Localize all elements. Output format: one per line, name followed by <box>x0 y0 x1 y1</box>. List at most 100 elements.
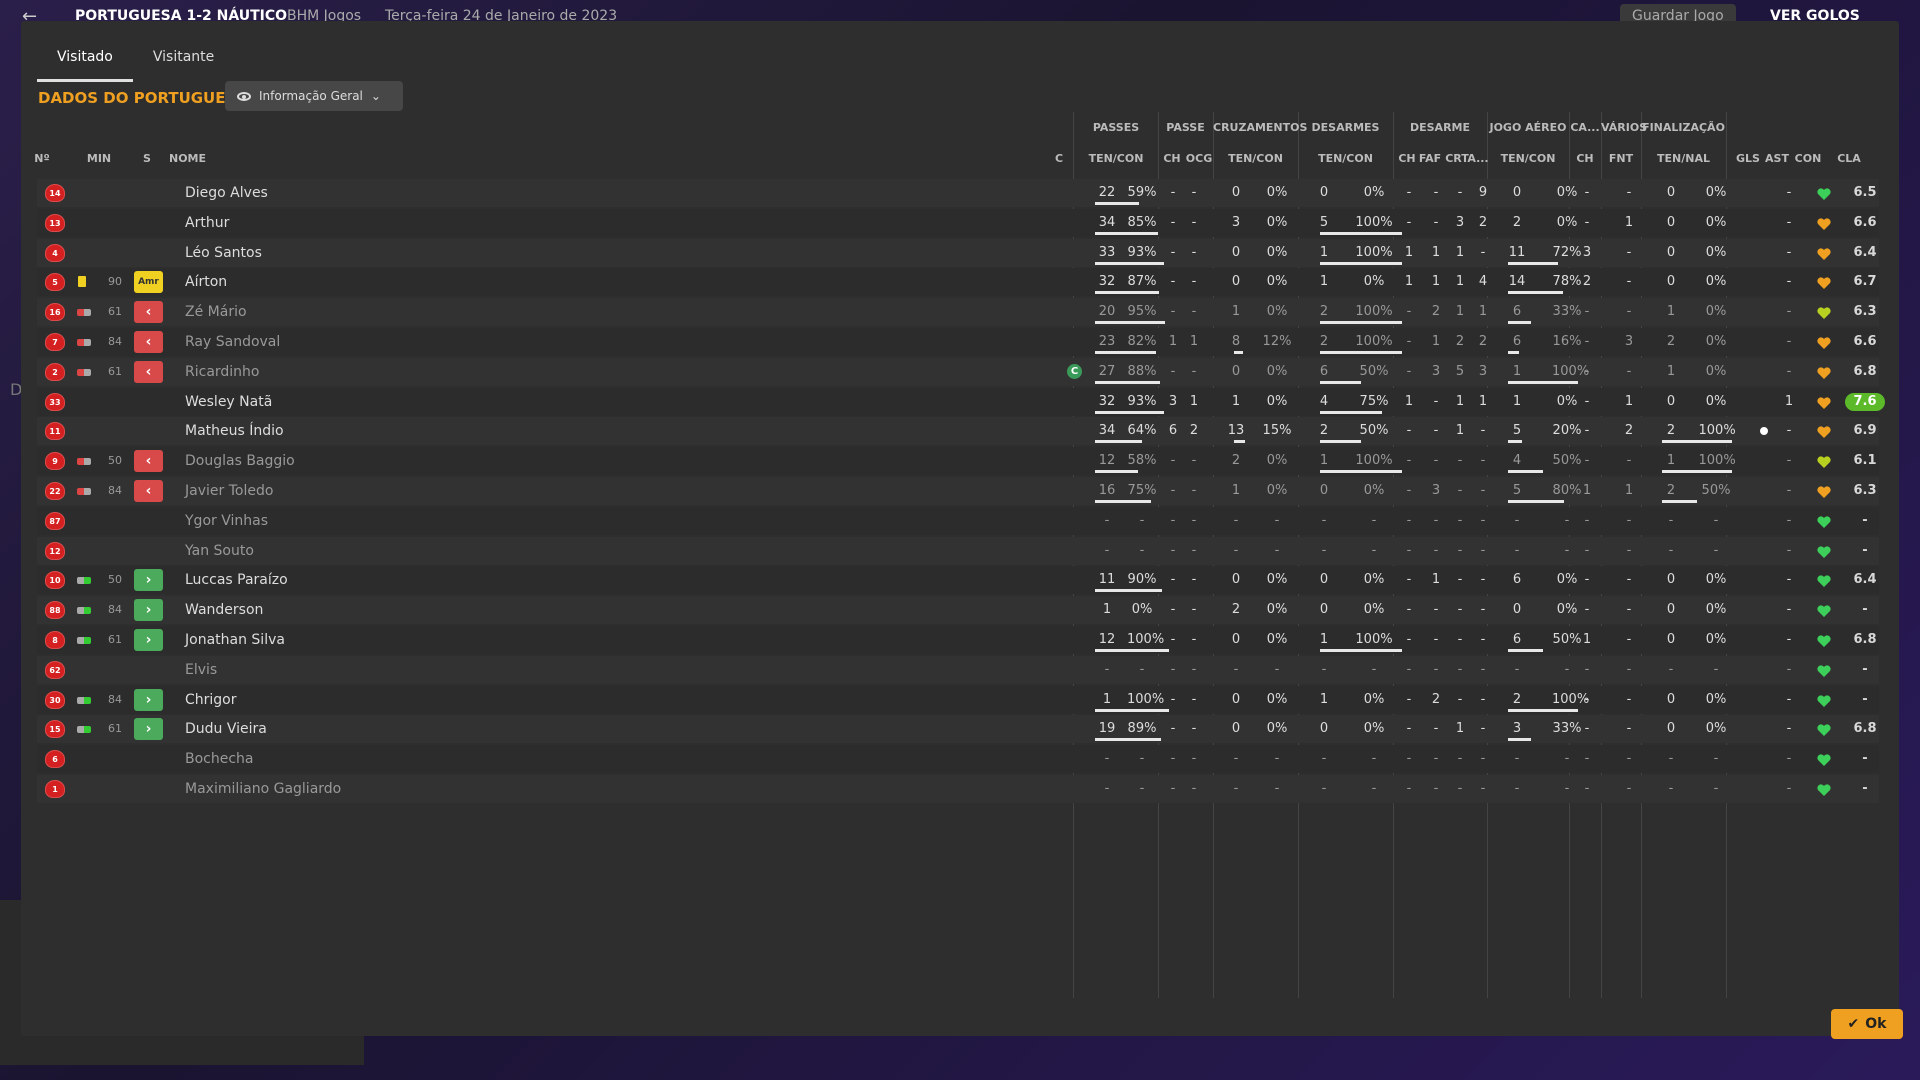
player-name[interactable]: Bochecha <box>185 745 485 773</box>
substitution-icon <box>77 368 91 376</box>
table-row[interactable]: 1 Maximiliano Gagliardo - - - - - - - - - - - - - - - - - -… <box>37 775 1879 803</box>
table-row[interactable]: 87 Ygor Vinhas - - - - - - - - - - - - - - - - - - - - <box>37 506 1879 535</box>
column-header[interactable]: A... <box>1467 152 1489 165</box>
player-name[interactable]: Wesley Natã <box>185 388 485 416</box>
table-row[interactable]: 14 Diego Alves 22 59% - -0 0% 0 0% - - -9 0 0% - -0 0% -6… <box>37 179 1879 207</box>
column-header[interactable]: CH <box>1158 152 1186 165</box>
table-row[interactable]: 8 61 › Jonathan Silva 12 100% - -0 0% 1 100% - - - -6 5… <box>37 626 1879 654</box>
subbed-on-icon: › <box>134 688 163 711</box>
column-header[interactable]: FAF <box>1415 152 1445 165</box>
stat-f1: 0 <box>1666 691 1676 707</box>
player-name[interactable]: Yan Souto <box>185 537 485 565</box>
player-name[interactable]: Elvis <box>185 656 485 684</box>
table-row[interactable]: 5 90 Amr Aírton 32 87% - -0 0% 1 0% 1 1 1 4 14 78% 2-0 0% -… <box>37 268 1879 297</box>
shirt-number-icon: 7 <box>45 333 65 351</box>
stat-f2: 50% <box>1701 483 1731 498</box>
column-header[interactable]: FNT <box>1601 152 1641 165</box>
morale-heart-icon <box>1817 782 1831 796</box>
aerial-bar <box>1508 708 1578 712</box>
substitution-icon <box>77 696 91 704</box>
stat-f2: - <box>1713 512 1719 528</box>
column-header[interactable]: GLS <box>1734 152 1762 165</box>
column-header[interactable]: C <box>1049 152 1069 165</box>
player-name[interactable]: Javier Toledo <box>185 477 485 505</box>
stat-ch: 6 <box>1168 423 1178 439</box>
column-header[interactable]: TEN/CON <box>1487 152 1569 165</box>
stat-a: 2 <box>1478 334 1488 349</box>
stat-cr1: 0 <box>1231 244 1241 260</box>
table-row[interactable]: 2 61 ‹ Ricardinho C 27 88% - -0 0% 6 50% -3 5 3 1 100% - -… <box>37 357 1879 386</box>
stat-ocg: - <box>1191 602 1197 618</box>
player-name[interactable]: Ray Sandoval <box>185 328 485 356</box>
column-header[interactable]: CLA <box>1829 152 1869 165</box>
column-header[interactable]: S <box>137 152 157 165</box>
stat-fnt: - <box>1626 542 1632 558</box>
stat-fnt: - <box>1626 244 1632 260</box>
column-header[interactable]: NOME <box>169 152 249 165</box>
player-name[interactable]: Zé Mário <box>185 298 485 326</box>
player-name[interactable]: Aírton <box>185 268 485 296</box>
table-row[interactable]: 4 Léo Santos 33 93% - -0 0% 1 100% 1 1 1-11 72% 3-0 0%… <box>37 238 1879 267</box>
player-name[interactable]: Dudu Vieira <box>185 715 485 743</box>
stat-ca: - <box>1584 781 1590 796</box>
column-header[interactable]: TEN/NAL <box>1641 152 1726 165</box>
table-row[interactable]: 16 61 ‹ Zé Mário 20 95% - -1 0% 2 100% -2 1 1 6 33% - -1 0… <box>37 298 1879 327</box>
stat-ja1: 6 <box>1512 572 1522 588</box>
stat-ast: 1 <box>1784 393 1794 409</box>
passes-bar <box>1095 291 1160 295</box>
table-row[interactable]: 9 50 ‹ Douglas Baggio 12 58% - -2 0% 1 100% - - - -4 50… <box>37 447 1879 476</box>
player-name[interactable]: Douglas Baggio <box>185 447 485 475</box>
table-row[interactable]: 10 50 › Luccas Paraízo 11 90% - -0 0% 0 0% -1- -6 0% -… <box>37 566 1879 595</box>
player-name[interactable]: Maximiliano Gagliardo <box>185 775 485 803</box>
shirt-number-icon: 14 <box>45 184 65 202</box>
tab-away[interactable]: Visitante <box>133 49 234 82</box>
player-name[interactable]: Diego Alves <box>185 179 485 207</box>
column-header[interactable]: TEN/CON <box>1213 152 1298 165</box>
column-header[interactable]: TEN/CON <box>1073 152 1159 165</box>
minute-value <box>100 209 130 237</box>
player-name[interactable]: Ricardinho <box>185 358 485 386</box>
table-row[interactable]: 22 84 ‹ Javier Toledo 16 75% - -1 0% 0 0% -3- -5 80% 1… <box>37 477 1879 505</box>
column-header[interactable]: OCG <box>1185 152 1213 165</box>
finishing-bar <box>1662 470 1732 474</box>
minute-value <box>100 388 130 416</box>
player-name[interactable]: Chrigor <box>185 686 485 714</box>
stat-cr2: 0% <box>1266 632 1288 647</box>
player-rating: 7.6 <box>1845 392 1885 411</box>
table-row[interactable]: 12 Yan Souto - - - - - - - - - - - - - - - - - - - - <box>37 536 1879 565</box>
player-name[interactable]: Wanderson <box>185 596 485 624</box>
column-header[interactable]: TEN/CON <box>1298 152 1393 165</box>
column-header[interactable]: Nº <box>27 152 57 165</box>
morale-heart-icon <box>1817 693 1831 707</box>
stat-faf: - <box>1433 214 1439 230</box>
tab-home[interactable]: Visitado <box>37 49 133 82</box>
player-name[interactable]: Jonathan Silva <box>185 626 485 654</box>
stat-a: 1 <box>1478 304 1488 320</box>
stat-crt: - <box>1457 185 1463 200</box>
table-row[interactable]: 62 Elvis - - - - - - - - - - - - - - - - - - - - <box>37 655 1879 684</box>
table-row[interactable]: 6 Bochecha - - - - - - - - - - - - - - - - - - - - <box>37 745 1879 774</box>
stat-cr1: 1 <box>1231 483 1241 498</box>
stat-p1: - <box>1104 751 1110 767</box>
column-header[interactable]: CH <box>1569 152 1601 165</box>
ok-button[interactable]: ✔ Ok <box>1831 1009 1903 1039</box>
column-header[interactable]: MIN <box>84 152 114 165</box>
table-row[interactable]: 7 84 ‹ Ray Sandoval 23 82% 1 1 8 12% 2 100% -1 2 2 6 16%… <box>37 328 1879 356</box>
column-header[interactable]: AST <box>1763 152 1791 165</box>
table-row[interactable]: 15 61 › Dudu Vieira 19 89% - -0 0% 0 0% - -1-3 33% - -0… <box>37 715 1879 744</box>
player-name[interactable]: Ygor Vinhas <box>185 507 485 535</box>
table-row[interactable]: 11 Matheus Índio 34 64% 6 2 13 15% 2 50% - -1-5 20% -… <box>37 417 1879 446</box>
table-row[interactable]: 13 Arthur 34 85% - -3 0% 5 100% - -3 2 2 0% -1 0 0% -6.6 <box>37 208 1879 237</box>
player-name[interactable]: Luccas Paraízo <box>185 566 485 594</box>
table-row[interactable]: 30 84 › Chrigor 1 100% - -0 0% 1 0% -2- -2 100% - -0 0% -… <box>37 685 1879 714</box>
view-dropdown[interactable]: Informação Geral ⌄ <box>225 81 403 111</box>
player-name[interactable]: Léo Santos <box>185 239 485 267</box>
stat-d2: 0% <box>1363 691 1385 707</box>
player-name[interactable]: Matheus Índio <box>185 417 485 445</box>
table-row[interactable]: 33 Wesley Natã 32 93% 3 1 1 0% 4 75% 1-1 1 1 0% -1 0 0% 1… <box>37 387 1885 416</box>
player-name[interactable]: Arthur <box>185 209 485 237</box>
player-rating: 6.4 <box>1853 244 1877 260</box>
column-header[interactable]: CON <box>1793 152 1823 165</box>
minute-value <box>100 239 130 267</box>
table-row[interactable]: 88 84 › Wanderson 1 0% - -2 0% 0 0% - - - -0 0% - -0 0% - - <box>37 596 1879 625</box>
